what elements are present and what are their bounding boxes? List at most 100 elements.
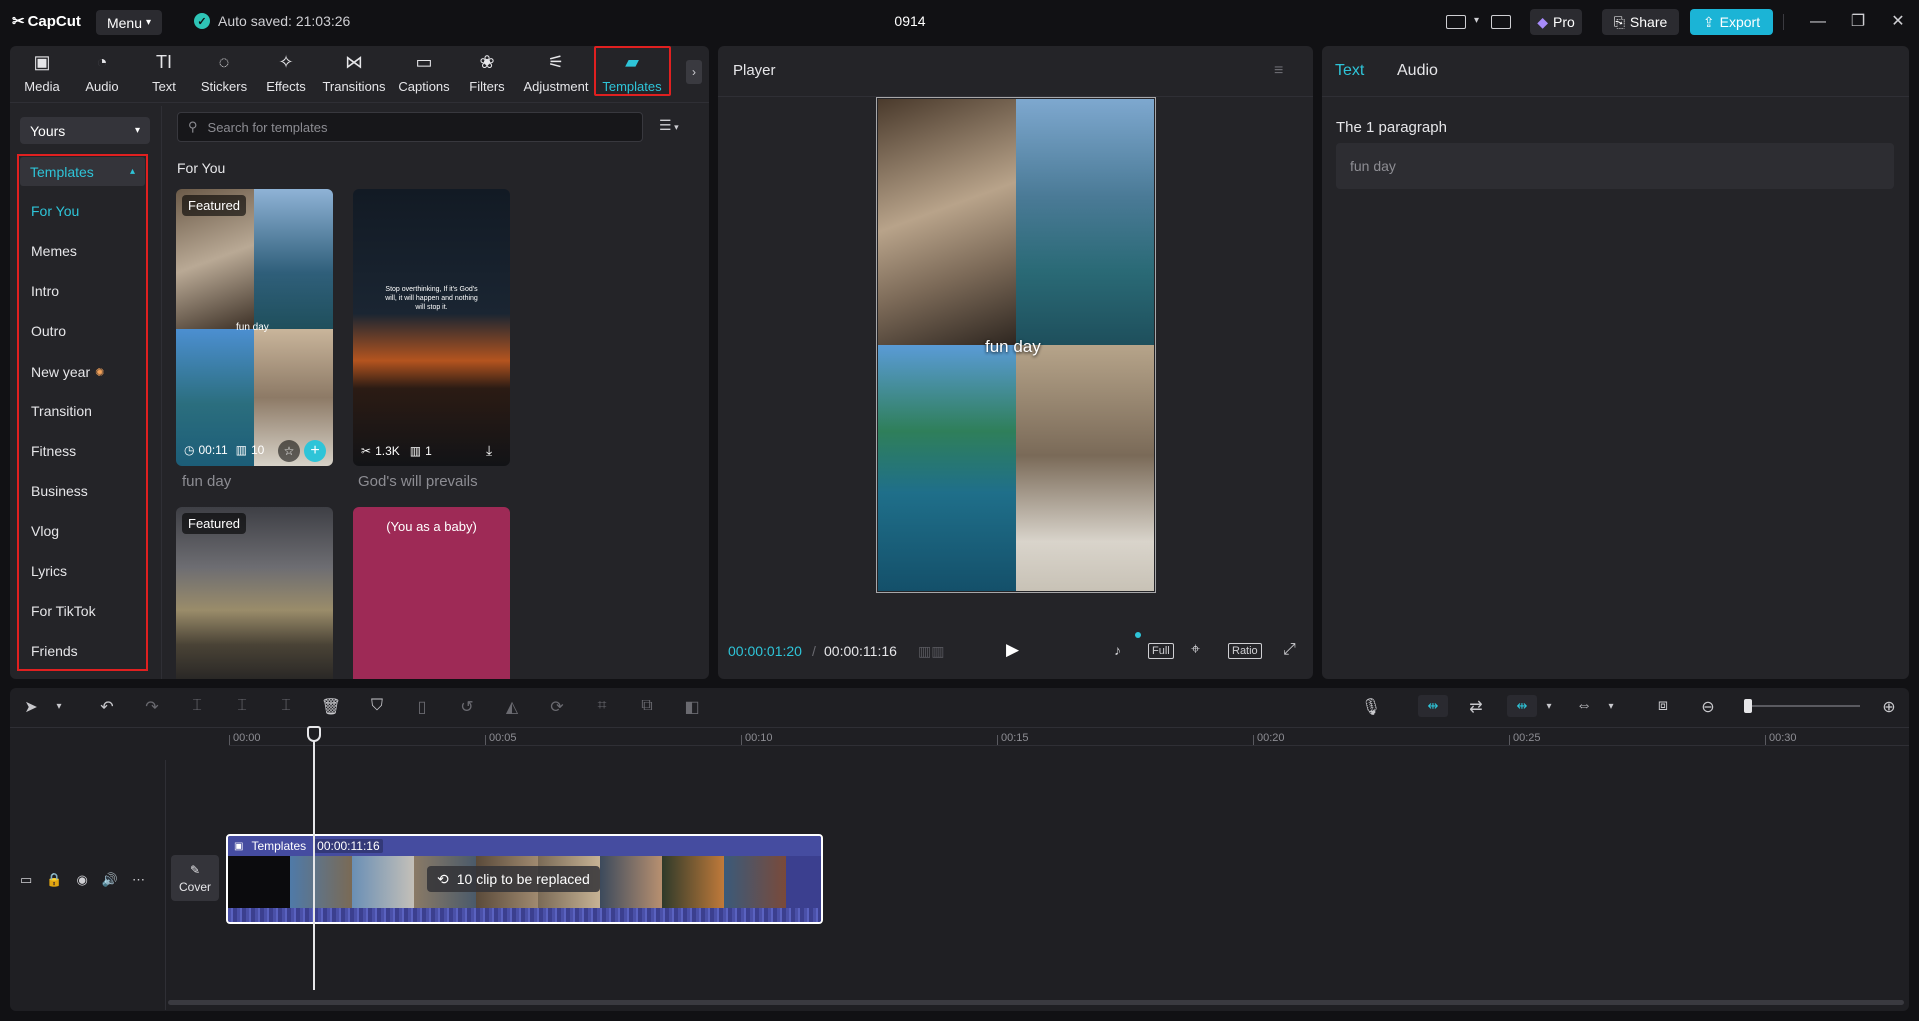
edit-pencil-icon: ✎ <box>190 863 200 877</box>
eye-icon[interactable]: ◉ <box>76 872 87 888</box>
play-icon[interactable]: ▶ <box>1006 640 1019 660</box>
clips-icon: ▥ <box>410 444 421 458</box>
linkage-icon[interactable]: ⇹ <box>1507 695 1537 717</box>
template-card-featured-car[interactable]: Featured <box>176 507 333 679</box>
microphone-icon[interactable]: 🎙 <box>1360 697 1382 717</box>
add-icon[interactable]: + <box>304 440 326 462</box>
card-title: fun day <box>182 473 231 490</box>
ruler-mark <box>485 735 486 745</box>
featured-badge: Featured <box>182 195 246 216</box>
tool-adjustment[interactable]: ⚟ Adjustment <box>520 52 592 94</box>
filter-button[interactable]: ☰ ▾ <box>659 117 679 134</box>
chevron-down-icon[interactable]: ▾ <box>48 701 70 712</box>
minimize-icon[interactable]: — <box>1808 12 1828 32</box>
restore-icon[interactable]: ❐ <box>1848 12 1868 32</box>
more-icon[interactable]: ⋯ <box>132 872 145 888</box>
snapshot-icon[interactable]: ⌖ <box>1191 641 1200 659</box>
chevron-down-icon[interactable]: ▾ <box>1600 701 1622 712</box>
audio-mix-icon[interactable]: ◧ <box>681 697 703 717</box>
clips-icon: ▥ <box>236 443 247 457</box>
audio-icon: ◔ <box>97 52 108 72</box>
tool-audio[interactable]: ◔ Audio <box>82 52 122 94</box>
zoom-slider-track[interactable] <box>1745 705 1860 707</box>
toolbar-divider <box>10 102 709 103</box>
replace-clips-indicator[interactable]: ⟲ 10 clip to be replaced <box>427 866 600 892</box>
tool-filters[interactable]: ❀ Filters <box>467 52 507 94</box>
layout-icon[interactable] <box>1446 15 1466 29</box>
replace-icon[interactable]: ⧉ <box>636 697 658 715</box>
tiktok-icon[interactable]: ♪ <box>1114 642 1121 658</box>
media-icon: ▣ <box>33 52 50 72</box>
project-name[interactable]: 0914 <box>860 13 960 29</box>
paragraph-text-field[interactable]: fun day <box>1336 143 1894 189</box>
download-icon[interactable]: ⤓ <box>486 442 492 459</box>
lock-icon[interactable]: 🔒 <box>46 872 62 888</box>
shortcut-icon[interactable] <box>1491 15 1511 29</box>
select-tool-icon[interactable]: ➤ <box>20 697 42 717</box>
reverse-icon[interactable]: ↺ <box>456 697 478 717</box>
menu-button[interactable]: Menu ▾ <box>96 10 162 35</box>
crop-icon[interactable]: ⌗ <box>591 697 613 715</box>
volume-icon[interactable]: 🔊 <box>102 872 118 888</box>
chevron-down-icon[interactable]: ▾ <box>1474 15 1479 29</box>
clip-frame <box>724 856 786 908</box>
redo-icon[interactable]: ↷ <box>141 697 163 717</box>
track-video-icon[interactable]: ▭ <box>20 872 32 888</box>
close-icon[interactable]: ✕ <box>1888 12 1908 32</box>
autosave-text: Auto saved: 21:03:26 <box>218 13 350 29</box>
preview-caption[interactable]: fun day <box>985 337 1041 357</box>
auto-snap-icon[interactable]: ⇄ <box>1465 697 1487 717</box>
full-button[interactable]: Full <box>1148 643 1174 659</box>
chevron-down-icon[interactable]: ▾ <box>1538 701 1560 712</box>
playhead[interactable] <box>313 728 315 990</box>
split-left-icon[interactable]: ⌶ <box>231 697 253 715</box>
screen-icon[interactable]: ⧈ <box>1652 697 1674 715</box>
tool-captions[interactable]: ▭ Captions <box>397 52 451 94</box>
cover-button[interactable]: ✎ Cover <box>171 855 219 901</box>
mirror-icon[interactable]: ◭ <box>501 697 523 717</box>
main-track-magnet-icon[interactable]: ⇹ <box>1418 695 1448 717</box>
yours-dropdown[interactable]: Yours ▾ <box>20 117 150 144</box>
favorite-icon[interactable]: ☆ <box>278 440 300 462</box>
waveform-icon[interactable]: ▥▥ <box>918 643 944 660</box>
chevron-right-icon[interactable]: › <box>686 60 702 84</box>
template-card-baby[interactable]: (You as a baby) <box>353 507 510 679</box>
search-input[interactable] <box>208 120 608 135</box>
clip-frame <box>290 856 352 908</box>
template-card-gods-will[interactable]: Stop overthinking, If it's God's will, i… <box>353 189 510 466</box>
template-search[interactable]: ⚲ <box>177 112 643 142</box>
tab-text[interactable]: Text <box>1335 62 1364 80</box>
total-time: 00:00:11:16 <box>824 643 897 659</box>
tool-effects[interactable]: ✧ Effects <box>264 52 308 94</box>
template-card-fun-day[interactable]: fun day Featured ◷ 00:11 ▥ 10 ☆ + <box>176 189 333 466</box>
pro-button[interactable]: ◆ Pro <box>1530 9 1582 35</box>
capcut-logo-icon: ✂ <box>12 12 25 30</box>
marker-icon[interactable]: ⛉ <box>366 697 388 715</box>
undo-icon[interactable]: ↶ <box>96 697 118 717</box>
timeline-scrollbar[interactable] <box>168 1000 1904 1005</box>
tool-media[interactable]: ▣ Media <box>22 52 62 94</box>
tool-transitions[interactable]: ⋈ Transitions <box>320 52 388 94</box>
tool-text[interactable]: TI Text <box>146 52 182 94</box>
zoom-out-icon[interactable]: ⊖ <box>1697 697 1719 717</box>
ruler-mark <box>229 735 230 745</box>
player-menu-icon[interactable]: ≡ <box>1274 62 1283 80</box>
tool-stickers[interactable]: ◌ Stickers <box>199 52 249 94</box>
zoom-in-icon[interactable]: ⊕ <box>1878 697 1900 717</box>
properties-panel <box>1322 46 1909 679</box>
tab-audio[interactable]: Audio <box>1397 62 1438 80</box>
ratio-button[interactable]: Ratio <box>1228 643 1262 659</box>
layout-controls: ▾ <box>1446 12 1511 29</box>
export-button[interactable]: ⇪ Export <box>1690 9 1773 35</box>
playhead-handle[interactable] <box>307 726 321 742</box>
current-time: 00:00:01:20 <box>728 643 802 659</box>
preview-axis-icon[interactable]: ⇔ <box>1573 697 1595 715</box>
split-icon[interactable]: ⌶ <box>186 697 208 715</box>
share-button[interactable]: ⎘ Share <box>1602 9 1679 35</box>
rotate-icon[interactable]: ⟳ <box>546 697 568 717</box>
fullscreen-icon[interactable]: ⤢ <box>1283 641 1296 659</box>
freeze-icon[interactable]: ▯ <box>411 697 433 717</box>
zoom-slider-handle[interactable] <box>1744 699 1752 713</box>
split-right-icon[interactable]: ⌶ <box>275 697 297 715</box>
delete-icon[interactable]: 🗑 <box>320 697 342 717</box>
